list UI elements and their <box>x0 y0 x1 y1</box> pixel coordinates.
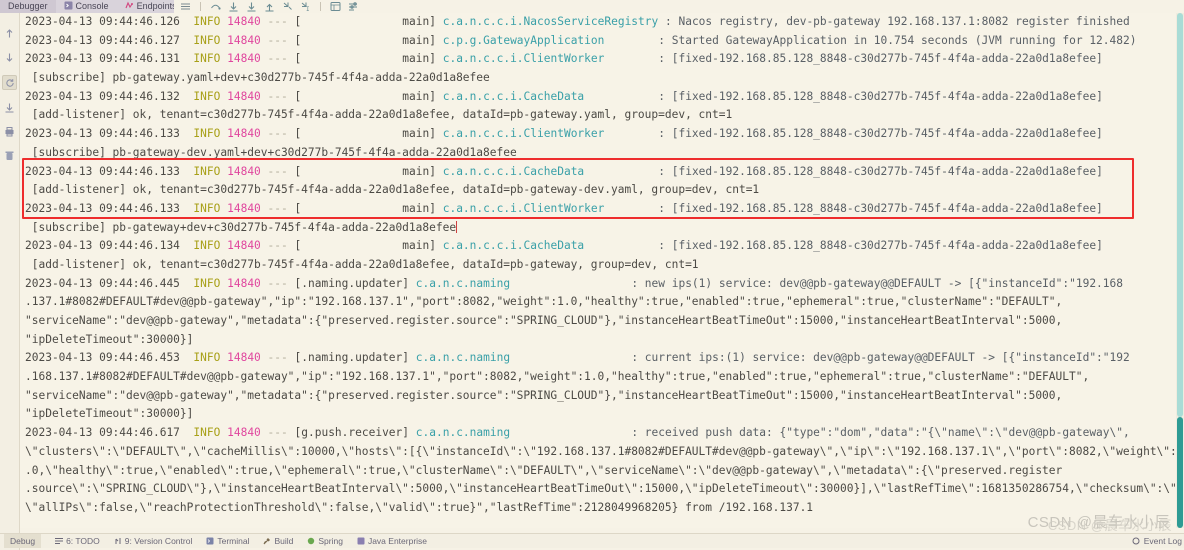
log-continuation-line: \"clusters\":\"DEFAULT\",\"cacheMillis\"… <box>25 444 1176 458</box>
log-line: 2023-04-13 09:44:46.134 INFO 14840 --- [… <box>25 239 1103 253</box>
log-continuation-line: "ipDeleteTimeout":30000}] <box>25 332 194 346</box>
status-item-spring-label: Spring <box>318 536 343 546</box>
log-line: 2023-04-13 09:44:46.453 INFO 14840 --- [… <box>25 351 1130 365</box>
event-log-icon <box>1132 537 1140 545</box>
svg-text:I: I <box>306 6 310 12</box>
log-continuation-line: .source\":\"SPRING_CLOUD\"},\"instanceHe… <box>25 482 1176 496</box>
toolbar-divider <box>200 2 201 11</box>
status-item-version-control[interactable]: 9: Version Control <box>114 536 193 546</box>
tab-console-label: Console <box>75 1 109 11</box>
log-continuation-line: "serviceName":"dev@@pb-gateway","metadat… <box>25 388 1063 402</box>
build-icon <box>263 537 271 545</box>
force-step-into-icon[interactable] <box>246 1 257 12</box>
log-line: 2023-04-13 09:44:46.131 INFO 14840 --- [… <box>25 52 1103 66</box>
status-item-event-log-label: Event Log <box>1143 536 1182 546</box>
console-side-toolbar <box>0 13 20 550</box>
debugger-toolbar: I <box>174 0 1184 13</box>
log-continuation-line: [subscribe] pb-gateway-dev.yaml+dev+c30d… <box>25 145 517 159</box>
log-continuation-line: [add-listener] ok, tenant=c30d277b-745f-… <box>25 108 733 122</box>
log-continuation-line: [subscribe] pb-gateway.yaml+dev+c30d277b… <box>25 71 490 85</box>
evaluate-expression-icon[interactable]: I <box>300 1 311 12</box>
settings-icon[interactable] <box>348 1 359 12</box>
status-item-terminal-label: Terminal <box>217 536 250 546</box>
console-output[interactable]: 2023-04-13 09:44:46.126 INFO 14840 --- [… <box>19 13 1176 528</box>
spring-icon <box>307 537 315 545</box>
status-item-java-enterprise-label: Java Enterprise <box>367 536 428 546</box>
status-item-todo-label: 6: TODO <box>66 536 100 546</box>
frames-icon[interactable] <box>330 1 341 12</box>
java-enterprise-icon <box>357 537 365 545</box>
status-item-java-enterprise[interactable]: Java Enterprise <box>357 536 427 546</box>
log-continuation-line: [subscribe] pb-gateway+dev+c30d277b-745f… <box>25 220 458 234</box>
vcs-icon <box>114 537 122 545</box>
clear-all-icon[interactable] <box>3 149 16 162</box>
endpoints-icon <box>125 1 134 12</box>
status-item-build[interactable]: Build <box>263 536 293 546</box>
status-item-todo[interactable]: 6: TODO <box>55 536 100 546</box>
log-line: 2023-04-13 09:44:46.133 INFO 14840 --- [… <box>25 127 1103 141</box>
log-continuation-line: .168.137.1#8082#DEFAULT#dev@@pb-gateway"… <box>25 370 1090 384</box>
text-caret <box>456 220 458 233</box>
tab-console[interactable]: Console <box>56 0 117 13</box>
tab-endpoints-label: Endpoints <box>136 1 177 11</box>
scroll-down-icon[interactable] <box>3 51 16 64</box>
tab-debugger-label: Debugger <box>8 1 48 11</box>
log-continuation-line: [add-listener] ok, tenant=c30d277b-745f-… <box>25 183 760 197</box>
tab-debugger[interactable]: Debugger <box>0 0 56 13</box>
console-vertical-scrollbar[interactable] <box>1176 13 1184 528</box>
log-line: 2023-04-13 09:44:46.126 INFO 14840 --- [… <box>25 15 1130 28</box>
status-item-spring[interactable]: Spring <box>307 536 343 546</box>
step-over-icon[interactable] <box>210 1 221 12</box>
log-continuation-line: .0,\"healthy\":true,\"enabled\":true,\"e… <box>25 463 1063 477</box>
status-item-debug-label: Debug <box>10 536 36 546</box>
todo-icon <box>55 537 64 545</box>
status-item-version-control-label: 9: Version Control <box>124 536 193 546</box>
scrollbar-thumb[interactable] <box>1177 417 1183 528</box>
status-item-build-label: Build <box>274 536 294 546</box>
toolbar-divider-2 <box>320 2 321 11</box>
log-continuation-line: "serviceName":"dev@@pb-gateway","metadat… <box>25 314 1063 327</box>
log-continuation-line: [add-listener] ok, tenant=c30d277b-745f-… <box>25 257 699 271</box>
status-bar: Debug 6: TODO 9: Version Control Termina… <box>0 533 1184 548</box>
scroll-up-icon[interactable] <box>3 27 16 40</box>
terminal-icon <box>206 537 214 545</box>
log-line: 2023-04-13 09:44:46.133 INFO 14840 --- [… <box>25 164 1103 178</box>
status-item-terminal[interactable]: Terminal <box>206 536 249 546</box>
soft-wrap-icon[interactable] <box>3 101 16 114</box>
status-bar-right: Event Log <box>1132 536 1184 546</box>
menu-icon[interactable] <box>180 1 191 12</box>
print-icon[interactable] <box>3 125 16 138</box>
rerun-icon[interactable] <box>2 75 17 90</box>
scrollbar-track-upper[interactable] <box>1177 13 1183 417</box>
log-line: 2023-04-13 09:44:46.132 INFO 14840 --- [… <box>25 89 1103 103</box>
log-line: 2023-04-13 09:44:46.127 INFO 14840 --- [… <box>25 33 1137 47</box>
step-into-icon[interactable] <box>228 1 239 12</box>
run-to-cursor-icon[interactable] <box>282 1 293 12</box>
log-continuation-line: "ipDeleteTimeout":30000}] <box>25 407 194 421</box>
console-icon <box>64 1 73 12</box>
log-line: 2023-04-13 09:44:46.617 INFO 14840 --- [… <box>25 426 1130 440</box>
log-line: 2023-04-13 09:44:46.445 INFO 14840 --- [… <box>25 276 1124 290</box>
status-item-debug[interactable]: Debug <box>4 534 42 548</box>
log-continuation-line: \"allIPs\":false,\"reachProtectionThresh… <box>25 500 814 514</box>
log-line: 2023-04-13 09:44:46.133 INFO 14840 --- [… <box>25 201 1103 215</box>
step-out-icon[interactable] <box>264 1 275 12</box>
log-continuation-line: .137.1#8082#DEFAULT#dev@@pb-gateway","ip… <box>25 295 1063 309</box>
